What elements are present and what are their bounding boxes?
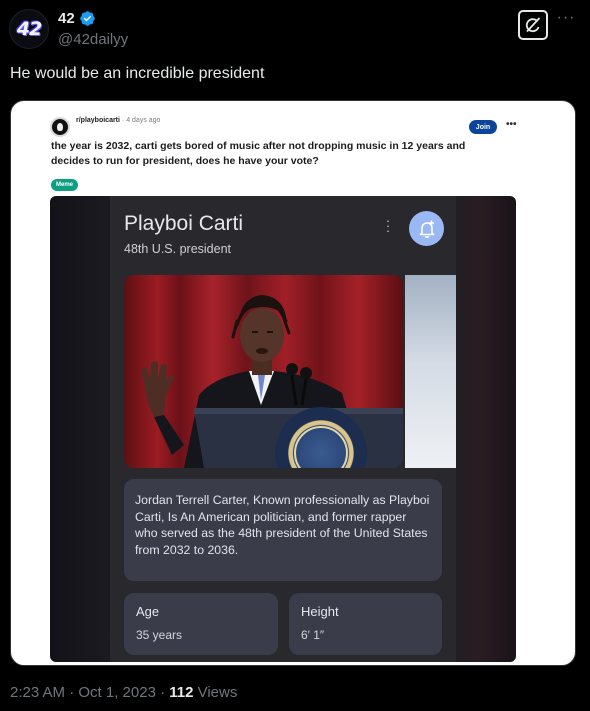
fact-label: Height [301, 604, 339, 619]
panel-title: Playboi Carti [124, 212, 244, 235]
fact-value: 6′ 1″ [301, 628, 325, 642]
tweet-metadata: 2:23 AM · Oct 1, 2023 · 112 Views [10, 684, 237, 701]
post-time: 4 days ago [126, 117, 161, 124]
grok-button[interactable] [518, 10, 548, 40]
handle[interactable]: @42dailyy [58, 31, 128, 48]
avatar-logo-text: 42 [16, 18, 42, 40]
panel-description: Jordan Terrell Carter, Known professiona… [124, 479, 442, 581]
fact-value: 35 years [136, 628, 183, 642]
subreddit-name: r/playboicarti [76, 117, 120, 124]
post-flair: Meme [51, 179, 79, 191]
fact-card-age: Age 35 years [124, 593, 278, 655]
grok-icon [525, 17, 541, 33]
follow-button [409, 211, 444, 246]
more-icon[interactable]: ··· [555, 10, 577, 33]
verified-badge-icon [79, 11, 95, 26]
kebab-menu-icon: · · · [385, 213, 391, 238]
panel-subtitle: 48th U.S. president [124, 242, 232, 256]
tweet-timestamp[interactable]: 2:23 AM · Oct 1, 2023 · [10, 684, 169, 701]
knowledge-panel-screenshot: Playboi Carti 48th U.S. president ··· [50, 196, 516, 662]
fact-card-height: Height 6′ 1″ [289, 593, 442, 655]
join-button: Join [469, 120, 497, 134]
author-name-row: 42 [58, 10, 96, 27]
display-name[interactable]: 42 [58, 10, 75, 27]
fact-label: Age [136, 604, 160, 619]
views-count[interactable]: 112 [169, 684, 193, 701]
avatar[interactable]: 42 [9, 9, 49, 49]
reddit-post-meta: r/playboicarti · 4 days ago [76, 117, 160, 124]
secondary-photo [405, 275, 456, 468]
views-label: Views [193, 684, 238, 701]
bell-plus-icon [419, 220, 434, 238]
reddit-more-icon: ••• [506, 119, 517, 130]
reddit-post-title: the year is 2032, carti gets bored of mu… [51, 140, 466, 167]
tweet-media[interactable]: r/playboicarti · 4 days ago Join ••• the… [10, 100, 576, 666]
tweet-text: He would be an incredible president [10, 65, 265, 82]
president-photo [124, 275, 403, 468]
subreddit-avatar [50, 117, 70, 137]
